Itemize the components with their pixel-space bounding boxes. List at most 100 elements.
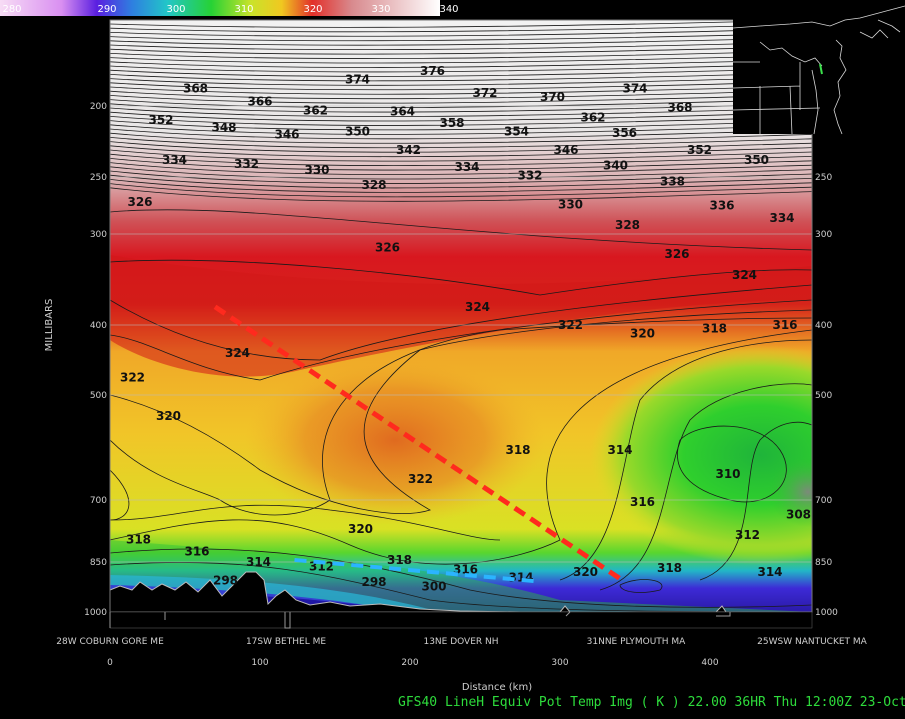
contour-label: 324	[465, 300, 490, 314]
contour-label: 318	[126, 532, 151, 546]
contour-label: 320	[156, 409, 181, 423]
contour-label: 332	[517, 169, 542, 183]
pressure-tick: 850	[90, 558, 107, 568]
contour-label: 374	[622, 81, 647, 95]
pressure-tick: 1000	[84, 608, 107, 618]
contour-label: 322	[408, 472, 433, 486]
contour-label: 362	[303, 103, 328, 117]
pressure-tick: 850	[815, 558, 832, 568]
contour-label: 348	[211, 120, 236, 134]
distance-tick: 300	[551, 658, 568, 668]
contour-label: 328	[615, 218, 640, 232]
pressure-tick: 300	[815, 230, 832, 240]
contour-label: 366	[247, 95, 272, 109]
colorbar-label: 340	[439, 4, 458, 15]
contour-label: 334	[162, 153, 187, 167]
contour-label: 308	[786, 507, 811, 521]
distance-ticks: 0 100 200 300 400	[107, 658, 719, 668]
contour-label: 358	[439, 116, 464, 130]
contour-label: 300	[421, 580, 446, 594]
contour-label: 320	[348, 522, 373, 536]
colorbar-label: 330	[371, 4, 390, 15]
contour-label: 326	[127, 195, 152, 209]
location-label: 31NNE PLYMOUTH MA	[587, 637, 687, 647]
pressure-tick: 200	[90, 102, 107, 112]
colorbar-label: 310	[234, 4, 253, 15]
contour-label: 352	[148, 113, 173, 127]
contour-label: 342	[396, 143, 421, 157]
contour-label: 328	[361, 178, 386, 192]
location-labels: 28W COBURN GORE ME 17SW BETHEL ME 13NE DOV…	[56, 637, 867, 647]
contour-label: 376	[420, 64, 445, 78]
contour-label: 330	[304, 163, 329, 177]
contour-label: 298	[213, 573, 238, 587]
contour-label: 368	[183, 81, 208, 95]
contour-label: 298	[361, 575, 386, 589]
contour-label: 362	[580, 110, 605, 124]
location-label: 25WSW NANTUCKET MA	[757, 637, 868, 647]
contour-label: 356	[612, 126, 637, 140]
contour-label: 314	[757, 565, 782, 579]
pressure-tick: 400	[815, 321, 832, 331]
contour-label: 370	[540, 90, 565, 104]
contour-label: 346	[274, 127, 299, 141]
pressure-tick: 500	[90, 391, 107, 401]
pressure-tick: 500	[815, 391, 832, 401]
colorbar-label: 290	[97, 4, 116, 15]
contour-label: 318	[387, 553, 412, 567]
pressure-ticks-left: 200 250 300 400 500 700 850 1000	[84, 102, 107, 618]
contour-label: 350	[744, 153, 769, 167]
pressure-tick: 700	[815, 496, 832, 506]
location-label: 13NE DOVER NH	[423, 637, 498, 647]
contour-label: 352	[687, 143, 712, 157]
contour-label: 314	[246, 555, 271, 569]
contour-label: 340	[603, 159, 628, 173]
status-line: GFS40 LineH Equiv Pot Temp Img ( K ) 22.…	[398, 695, 905, 710]
location-label: 28W COBURN GORE ME	[56, 637, 164, 647]
contour-label: 326	[664, 247, 689, 261]
contour-label: 354	[504, 125, 529, 139]
pressure-tick: 400	[90, 321, 107, 331]
ground-strip	[109, 611, 813, 629]
y-axis-title: MILLIBARS	[44, 299, 55, 352]
contour-label: 346	[553, 143, 578, 157]
colorbar-label: 320	[303, 4, 322, 15]
contour-label: 322	[120, 371, 145, 385]
contour-label: 316	[630, 495, 655, 509]
distance-tick: 400	[701, 658, 718, 668]
pressure-tick: 300	[90, 230, 107, 240]
contour-label: 320	[630, 326, 655, 340]
contour-label: 334	[769, 211, 794, 225]
contour-label: 324	[225, 346, 250, 360]
contour-label: 322	[558, 318, 583, 332]
contour-label: 324	[732, 268, 757, 282]
contour-label: 318	[657, 561, 682, 575]
contour-label: 312	[735, 528, 760, 542]
northeast-us-map	[732, 0, 905, 135]
contour-label: 364	[390, 105, 415, 119]
contour-label: 334	[454, 160, 479, 174]
pressure-tick: 700	[90, 496, 107, 506]
pressure-tick: 250	[90, 173, 107, 183]
contour-label: 372	[472, 86, 497, 100]
pressure-tick: 1000	[815, 608, 838, 618]
contour-label: 318	[505, 443, 530, 457]
contour-label: 336	[709, 199, 734, 213]
contour-label: 338	[660, 175, 685, 189]
colorbar-label: 300	[166, 4, 185, 15]
distance-tick: 200	[401, 658, 418, 668]
distance-tick: 100	[251, 658, 268, 668]
contour-label: 326	[375, 241, 400, 255]
contour-label: 332	[234, 157, 259, 171]
contour-label: 374	[345, 73, 370, 87]
contour-label: 316	[772, 318, 797, 332]
contour-label: 316	[184, 545, 209, 559]
x-axis-title: Distance (km)	[462, 682, 532, 693]
contour-label: 330	[558, 197, 583, 211]
colorbar-label: 280	[2, 4, 21, 15]
contour-label: 314	[607, 443, 632, 457]
contour-label: 368	[667, 100, 692, 114]
contour-label: 350	[345, 125, 370, 139]
distance-tick: 0	[107, 658, 113, 668]
contour-label: 310	[715, 467, 740, 481]
